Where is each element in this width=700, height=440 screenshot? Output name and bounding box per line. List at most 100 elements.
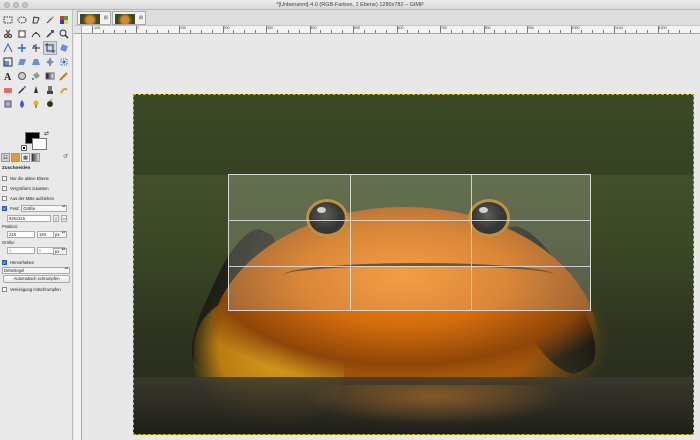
measure-tool-icon[interactable]	[1, 41, 15, 55]
device-status-tab[interactable]	[11, 153, 20, 162]
eraser-tool-icon[interactable]	[1, 83, 15, 97]
blur-tool-icon[interactable]	[15, 97, 29, 111]
crop-guide-horizontal-1	[229, 220, 590, 221]
guides-select[interactable]: Drittelregel	[2, 267, 70, 274]
vertical-ruler[interactable]	[74, 34, 82, 440]
paths-tool-icon[interactable]	[29, 27, 43, 41]
ink-tool-icon[interactable]	[29, 83, 43, 97]
fixed-label: Fest:	[10, 205, 20, 211]
ruler-corner[interactable]	[74, 26, 82, 34]
blend-tool-icon[interactable]	[43, 69, 57, 83]
tool-options-tab[interactable]: ☷	[1, 153, 10, 162]
ruler-minor-tick	[537, 30, 539, 33]
auto-shrink-button[interactable]: Automatisch schrumpfen	[3, 275, 70, 283]
highlight-label: Hervorheben	[10, 259, 35, 265]
only-active-layer-checkbox[interactable]	[2, 175, 7, 181]
burn-tool-icon[interactable]	[43, 97, 57, 111]
crop-rectangle[interactable]	[228, 174, 591, 311]
expand-from-center-checkbox[interactable]	[2, 195, 7, 201]
ruler-label: 1200	[658, 26, 667, 30]
pencil-tool-icon[interactable]	[57, 69, 71, 83]
smudge-tool-icon[interactable]	[57, 83, 71, 97]
shear-tool-icon[interactable]	[15, 55, 29, 69]
ruler-minor-tick	[494, 30, 496, 33]
flip-tool-icon[interactable]	[43, 55, 57, 69]
size-w-input[interactable]: 0	[7, 247, 35, 254]
cage-tool-icon[interactable]	[57, 55, 71, 69]
merge-shrink-checkbox[interactable]	[2, 286, 7, 292]
rotate-tool-icon[interactable]	[57, 41, 71, 55]
merge-shrink-label: Vereinigung mitschrumpfen	[10, 286, 61, 292]
ruler-minor-tick	[472, 30, 474, 33]
bucket-fill-tool-icon[interactable]	[29, 69, 43, 83]
ruler-label: 700	[441, 26, 447, 30]
color-picker-tool-icon[interactable]	[43, 27, 57, 41]
ruler-label: 0	[136, 26, 139, 30]
background-color-swatch[interactable]	[32, 138, 47, 150]
crop-guide-vertical-1	[350, 175, 351, 310]
text-tool-icon[interactable]: A	[1, 69, 15, 83]
ellipse-select-tool-icon[interactable]	[15, 13, 29, 27]
allow-growing-checkbox[interactable]	[2, 185, 7, 191]
ruler-minor-tick	[407, 30, 409, 33]
ruler-minor-tick	[255, 30, 257, 33]
landscape-icon[interactable]: ▭	[61, 214, 67, 222]
align-tool-icon[interactable]	[29, 41, 43, 55]
position-unit-select[interactable]: px	[53, 231, 67, 238]
highlight-row: ✓ Hervorheben	[1, 257, 72, 267]
ruler-minor-tick	[668, 30, 670, 33]
close-image-tab-icon[interactable]: ⊠	[104, 15, 108, 21]
ruler-minor-tick	[374, 30, 376, 33]
ruler-tick	[440, 26, 441, 33]
scale-tool-icon[interactable]	[1, 55, 15, 69]
fixed-mode-select[interactable]: Größe	[21, 204, 68, 212]
horizontal-ruler[interactable]: -100 0 100 200 300 400 500 600 700 800 900 1000 1100…	[82, 26, 700, 34]
perspective-tool-icon[interactable]	[29, 55, 43, 69]
expand-from-center-row[interactable]: Aus der Mitte aufziehen	[1, 193, 72, 203]
ruler-minor-tick	[157, 30, 159, 33]
fuzzy-select-tool-icon[interactable]	[43, 13, 57, 27]
ruler-minor-tick	[113, 30, 115, 33]
free-select-tool-icon[interactable]	[29, 13, 43, 27]
rect-select-tool-icon[interactable]	[1, 13, 15, 27]
close-tab-icon[interactable]: ↺	[63, 153, 68, 163]
ruler-label: -100	[93, 26, 101, 30]
ruler-minor-tick	[418, 30, 420, 33]
heal-tool-icon[interactable]	[15, 69, 29, 83]
size-unit-select[interactable]: px	[53, 248, 67, 255]
toolbox: A ⇄ ☷ ▦ ↺ Zuschneiden Nur die aktive Ebe…	[0, 10, 73, 440]
image-tab-2[interactable]: ⊠	[112, 11, 146, 25]
clone-tool-icon[interactable]	[43, 83, 57, 97]
airbrush-tool-icon[interactable]	[15, 83, 29, 97]
image-tab-1[interactable]: ⊠	[77, 11, 111, 25]
reset-colors-icon[interactable]	[21, 145, 27, 151]
image-tabs-strip: ⊠ ⊠	[74, 10, 700, 26]
dodge-tool-icon[interactable]	[29, 97, 43, 111]
foreground-select-tool-icon[interactable]	[15, 27, 29, 41]
scissors-select-tool-icon[interactable]	[1, 27, 15, 41]
move-tool-icon[interactable]	[15, 41, 29, 55]
fixed-checkbox[interactable]: ✓	[2, 205, 7, 211]
ruler-minor-tick	[320, 30, 322, 33]
ruler-tick	[527, 26, 528, 33]
undo-history-tab[interactable]: ▦	[21, 153, 30, 162]
select-by-color-tool-icon[interactable]	[57, 13, 71, 27]
crop-tool-options: Zuschneiden Nur die aktive Ebene Vergröß…	[1, 164, 72, 294]
ruler-tick	[179, 26, 180, 33]
crop-tool-icon[interactable]	[43, 41, 57, 55]
zoom-tool-icon[interactable]	[57, 27, 71, 41]
ruler-tick	[483, 26, 485, 33]
close-image-tab-icon[interactable]: ⊠	[139, 15, 143, 21]
allow-growing-row[interactable]: Vergrößern zulassen	[1, 183, 72, 193]
highlight-checkbox[interactable]: ✓	[2, 259, 7, 265]
portrait-icon[interactable]: ▯	[53, 214, 59, 222]
swap-colors-icon[interactable]: ⇄	[44, 130, 49, 137]
position-x-input[interactable]: 218	[7, 231, 35, 238]
perspective-clone-tool-icon[interactable]	[1, 97, 15, 111]
ruler-minor-tick	[189, 30, 191, 33]
images-tab[interactable]	[31, 153, 40, 162]
fixed-size-input[interactable]: 826x315	[7, 214, 51, 222]
ruler-minor-tick	[124, 30, 126, 33]
only-active-layer-row[interactable]: Nur die aktive Ebene	[1, 173, 72, 183]
tool-options-title: Zuschneiden	[2, 165, 31, 170]
